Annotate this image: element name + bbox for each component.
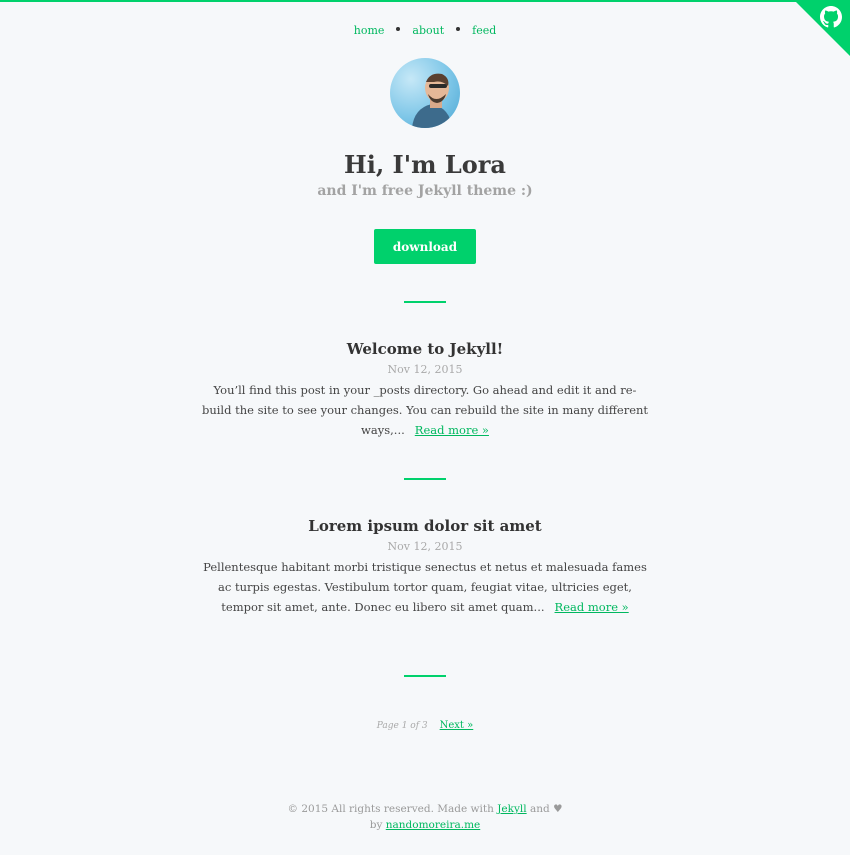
nav-separator	[456, 27, 461, 31]
pagination: Page 1 of 3 Next »	[0, 720, 850, 731]
post-excerpt: You’ll find this post in your _posts dir…	[200, 380, 650, 440]
footer-made-with: and ♥	[529, 803, 563, 815]
read-more-link[interactable]: Read more »	[555, 600, 629, 614]
post-title[interactable]: Welcome to Jekyll!	[200, 340, 650, 358]
footer: © 2015 All rights reserved. Made with Je…	[0, 801, 850, 833]
nav-feed[interactable]: feed	[472, 24, 496, 37]
post-item: Lorem ipsum dolor sit amet Nov 12, 2015 …	[200, 517, 650, 617]
divider	[404, 675, 446, 677]
author-link[interactable]: nandomoreira.me	[386, 819, 481, 831]
avatar-photo	[412, 73, 452, 128]
footer-line-2: by nandomoreira.me	[0, 817, 850, 833]
top-nav: home about feed	[0, 24, 850, 37]
hero-title: Hi, I'm Lora	[344, 150, 506, 179]
read-more-link[interactable]: Read more »	[415, 423, 489, 437]
next-page-link[interactable]: Next »	[440, 720, 474, 731]
nav-home[interactable]: home	[354, 24, 385, 37]
download-button[interactable]: download	[374, 229, 476, 264]
footer-line-1: © 2015 All rights reserved. Made with Je…	[0, 801, 850, 817]
post-title[interactable]: Lorem ipsum dolor sit amet	[200, 517, 650, 535]
divider	[404, 301, 446, 303]
nav-about[interactable]: about	[412, 24, 444, 37]
footer-copyright: © 2015 All rights reserved. Made with	[287, 803, 494, 815]
avatar	[390, 58, 460, 128]
jekyll-link[interactable]: Jekyll	[497, 803, 526, 815]
nav-separator	[396, 27, 401, 31]
footer-by: by	[369, 819, 383, 831]
post-date: Nov 12, 2015	[387, 363, 463, 376]
page-info: Page 1 of 3	[376, 721, 428, 731]
post-item: Welcome to Jekyll! Nov 12, 2015 You’ll f…	[200, 340, 650, 440]
hero-subtitle: and I'm free Jekyll theme :)	[317, 183, 533, 199]
post-date: Nov 12, 2015	[387, 540, 463, 553]
post-excerpt: Pellentesque habitant morbi tristique se…	[200, 557, 650, 617]
divider	[404, 478, 446, 480]
